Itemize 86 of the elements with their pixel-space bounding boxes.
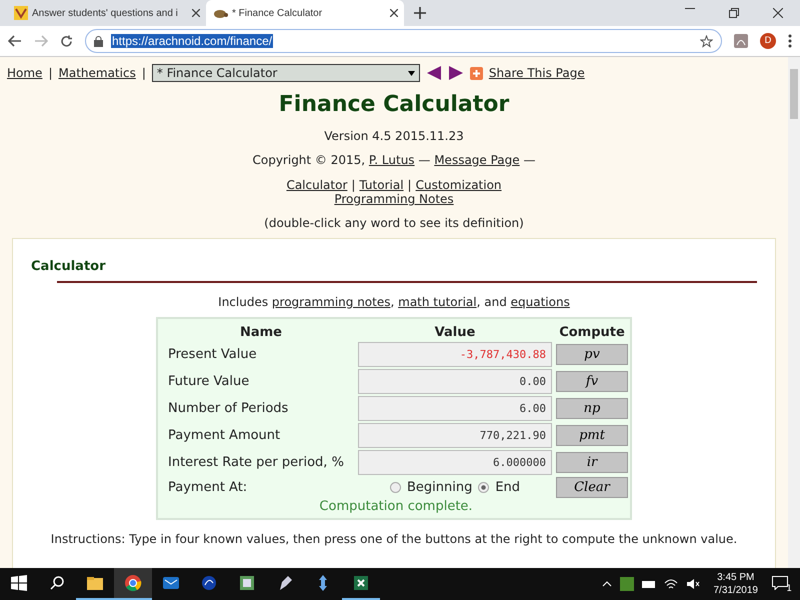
text-link[interactable]: math tutorial [398,295,477,309]
value-field[interactable]: -3,787,430.88 [358,342,552,367]
text-link[interactable]: Message Page [434,153,520,167]
text-link[interactable]: equations [510,295,570,309]
mail-icon [162,574,180,592]
compute-button[interactable]: fv [556,371,628,392]
left-arrow-icon[interactable] [426,65,442,81]
section-heading: Calculator [31,259,106,274]
field-label: Payment Amount [168,428,282,443]
status-text: Computation complete. [318,499,474,514]
lock-icon [94,36,103,46]
radio-button[interactable] [478,482,490,493]
close-icon[interactable] [192,9,200,17]
doc-link[interactable]: Calculator [286,178,348,192]
separator: | [142,66,146,80]
menu-icon[interactable] [788,34,792,48]
field-label: Payment At: [168,480,248,495]
doc-link[interactable]: Customization [416,178,502,192]
browser-icon [124,574,142,592]
separator: | [351,178,356,192]
clear-button[interactable]: Clear [556,477,628,498]
app-icon [238,574,256,592]
caret-icon [408,70,415,76]
value-field[interactable]: 6.000000 [358,450,552,475]
column-header: Compute [558,325,626,340]
value-field[interactable]: 770,221.90 [358,423,552,448]
battery-icon[interactable] [642,579,656,589]
value-field[interactable]: 6.00 [358,396,552,421]
page-select[interactable]: * Finance Calculator [152,64,420,82]
radio-label: Beginning [406,480,472,495]
radio-button[interactable] [390,482,401,493]
profile-avatar[interactable]: D [760,33,776,49]
globe-icon [200,574,218,592]
browser-tab[interactable]: Answer students' questions and i [8,0,206,26]
search-icon [50,576,64,590]
doc-link[interactable]: Tutorial [359,178,404,192]
wifi-icon[interactable] [664,578,678,590]
column-header: Name [238,325,283,340]
radio-label: End [495,480,520,495]
column-header: Value [434,325,476,340]
copyright-text: Copyright © 2015, P. Lutus — Message Page — [252,153,536,167]
scrollbar[interactable] [788,57,800,568]
minimize-icon[interactable] [685,8,695,10]
browser-tab[interactable]: * Finance Calculator [206,0,404,26]
close-icon[interactable] [773,8,783,18]
chevron-icon[interactable] [602,581,612,587]
compute-button[interactable]: pmt [556,425,628,446]
restore-icon[interactable] [729,8,739,18]
compute-button[interactable]: ir [556,452,628,473]
share-link[interactable]: Share This Page [488,66,585,80]
plus-icon[interactable] [414,7,426,19]
compute-button[interactable]: pv [556,344,628,365]
clock-text[interactable]: 3:45 PM 7/31/2019 [714,571,758,597]
text-link[interactable]: programming notes [272,295,390,309]
field-label: Future Value [168,374,250,389]
speaker-icon[interactable] [686,578,700,590]
field-label: Present Value [168,347,258,362]
address-field[interactable]: https://arachnoid.com/finance/ [85,29,722,53]
app-icon[interactable] [620,577,634,591]
reload-icon[interactable] [60,34,73,48]
nav-link[interactable]: Home [7,66,42,80]
right-arrow-icon[interactable] [448,65,464,81]
close-icon[interactable] [390,9,398,17]
turtle-icon [212,7,228,19]
taskbar-app[interactable] [114,568,152,600]
nav-link[interactable]: Mathematics [58,66,136,80]
message-icon [772,576,788,590]
field-label: Number of Periods [168,401,290,416]
spreadsheet-icon [352,574,370,592]
folder-icon [86,574,104,592]
back-icon[interactable] [8,35,22,47]
windows-icon [11,575,27,591]
page-title: Finance Calculator [278,92,510,117]
value-field[interactable]: 0.00 [358,369,552,394]
compute-button[interactable]: np [556,398,628,419]
star-icon[interactable] [700,34,713,48]
version-text: Version 4.5 2015.11.23 [324,129,464,143]
field-label: Interest Rate per period, % [168,455,345,470]
hint-text: (double-click any word to see its definition) [264,216,524,230]
text-link[interactable]: P. Lutus [368,153,415,167]
includes-text: Includes programming notes, math tutorial, and equations [218,295,570,309]
site-icon [14,6,28,20]
separator: | [408,178,412,192]
instructions-text: Instructions: Type in four known values, then press one of the buttons at the right to compute the unknown value. [50,532,738,546]
doc-link[interactable]: Programming Notes [334,192,454,206]
separator: | [48,66,52,80]
